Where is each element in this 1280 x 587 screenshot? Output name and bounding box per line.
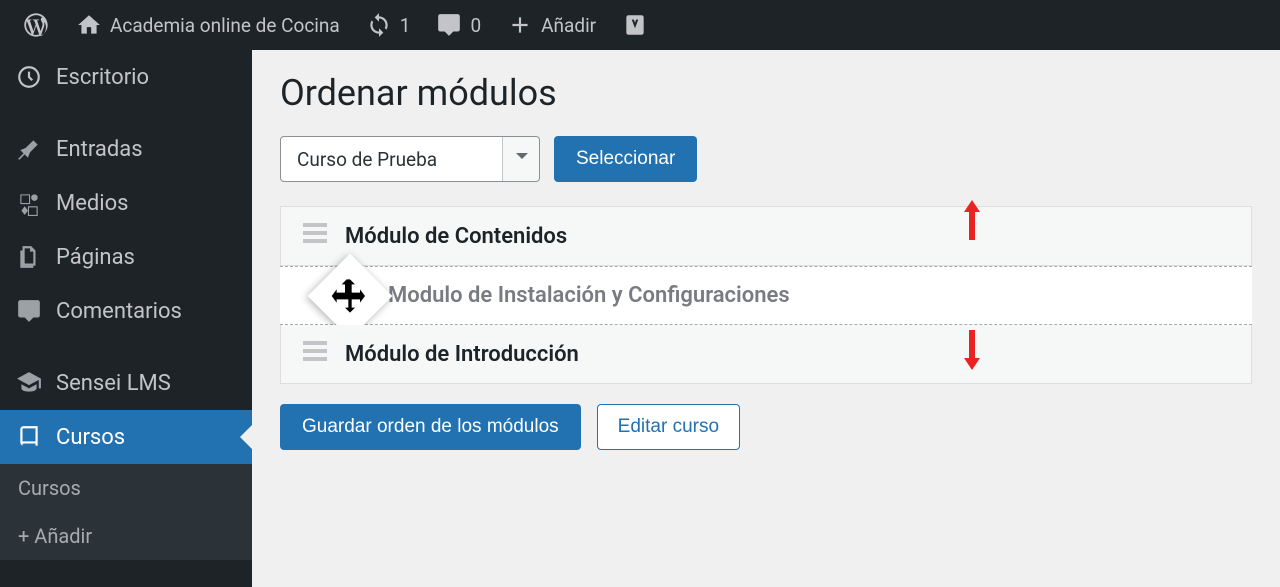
refresh-icon — [366, 12, 392, 38]
sidebar-item-label: Comentarios — [56, 299, 182, 324]
module-row[interactable]: Módulo de Contenidos — [280, 206, 1252, 266]
select-button[interactable]: Seleccionar — [554, 136, 697, 182]
save-order-button[interactable]: Guardar orden de los módulos — [280, 404, 581, 450]
chevron-down-icon — [516, 153, 528, 165]
sidebar-item-paginas[interactable]: Páginas — [0, 230, 252, 284]
module-name: Módulo de Contenidos — [345, 224, 567, 249]
admin-bar: Academia online de Cocina 1 0 Añadir — [0, 0, 1280, 50]
pin-icon — [16, 136, 42, 162]
module-row-dragging[interactable]: Modulo de Instalación y Configuraciones — [280, 266, 1252, 325]
media-icon — [16, 190, 42, 216]
page-title: Ordenar módulos — [280, 72, 1252, 114]
module-name: Modulo de Instalación y Configuraciones — [388, 283, 790, 308]
add-new-link[interactable]: Añadir — [495, 0, 608, 50]
plus-icon — [507, 12, 533, 38]
module-name: Módulo de Introducción — [345, 342, 579, 367]
arrow-up-annotation — [960, 198, 984, 246]
add-label: Añadir — [541, 14, 596, 37]
comment-icon — [16, 298, 42, 324]
site-title: Academia online de Cocina — [110, 14, 340, 37]
drag-handle-icon[interactable] — [303, 341, 327, 367]
sidebar-item-cursos[interactable]: Cursos — [0, 410, 252, 464]
modules-list: Módulo de Contenidos Modulo de Instalaci… — [280, 206, 1252, 384]
sidebar-item-label: Sensei LMS — [56, 371, 171, 396]
admin-sidebar: Escritorio Entradas Medios Páginas Comen… — [0, 50, 252, 587]
selected-course: Curso de Prueba — [297, 148, 437, 171]
comment-count: 0 — [470, 14, 481, 37]
arrow-down-annotation — [960, 328, 984, 376]
course-select[interactable]: Curso de Prueba — [280, 136, 540, 182]
sidebar-item-medios[interactable]: Medios — [0, 176, 252, 230]
main-content: Ordenar módulos Curso de Prueba Seleccio… — [252, 50, 1280, 587]
drag-handle-icon[interactable] — [303, 223, 327, 249]
yoast-link[interactable] — [610, 0, 660, 50]
sidebar-item-label: Páginas — [56, 245, 135, 270]
pages-icon — [16, 244, 42, 270]
sidebar-item-label: Escritorio — [56, 65, 149, 90]
wordpress-logo[interactable] — [10, 0, 62, 50]
submenu-item-cursos[interactable]: Cursos — [0, 464, 252, 512]
update-count: 1 — [400, 14, 411, 37]
sidebar-item-label: Cursos — [56, 425, 125, 450]
wordpress-icon — [22, 11, 50, 39]
book-icon — [16, 424, 42, 450]
sidebar-item-label: Medios — [56, 191, 129, 216]
submenu-cursos: Cursos + Añadir — [0, 464, 252, 560]
yoast-icon — [622, 12, 648, 38]
submenu-item-anadir[interactable]: + Añadir — [0, 512, 252, 560]
sidebar-item-escritorio[interactable]: Escritorio — [0, 50, 252, 104]
site-link[interactable]: Academia online de Cocina — [64, 0, 352, 50]
dashboard-icon — [16, 64, 42, 90]
grad-cap-icon — [16, 370, 42, 396]
sidebar-item-entradas[interactable]: Entradas — [0, 122, 252, 176]
module-row[interactable]: Módulo de Introducción — [280, 325, 1252, 384]
sidebar-item-sensei[interactable]: Sensei LMS — [0, 356, 252, 410]
comments-link[interactable]: 0 — [424, 0, 493, 50]
sidebar-item-comentarios[interactable]: Comentarios — [0, 284, 252, 338]
edit-course-button[interactable]: Editar curso — [597, 404, 740, 450]
home-icon — [76, 12, 102, 38]
comment-icon — [436, 12, 462, 38]
sidebar-item-label: Entradas — [56, 137, 143, 162]
updates-link[interactable]: 1 — [354, 0, 423, 50]
